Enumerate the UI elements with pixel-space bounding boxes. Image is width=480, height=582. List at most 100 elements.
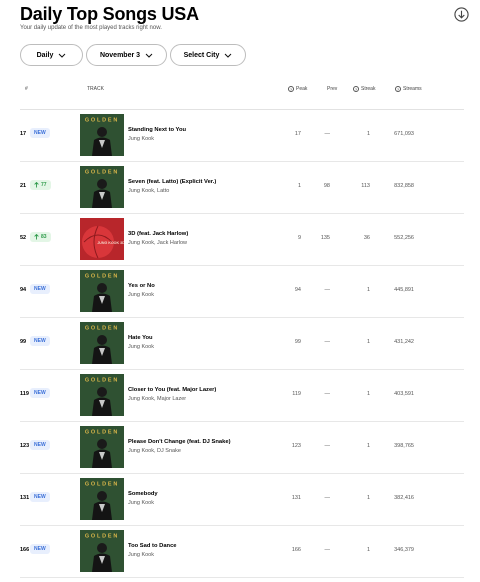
album-cover[interactable]: GOLDEN	[80, 166, 124, 208]
album-cover[interactable]: GOLDEN	[80, 426, 124, 468]
peak-value: 131	[291, 495, 301, 501]
new-entry-badge: NEW	[30, 388, 50, 398]
rank-number: 166	[20, 547, 30, 553]
page-subtitle: Your daily update of the most played tra…	[20, 25, 162, 31]
prev-value: —	[324, 443, 331, 449]
badge-label: NEW	[34, 286, 46, 292]
album-cover[interactable]: GOLDEN	[80, 114, 124, 156]
album-cover[interactable]: GOLDEN	[80, 270, 124, 312]
golden-album-art: GOLDEN	[80, 322, 124, 364]
track-title[interactable]: Seven (feat. Latto) (Explicit Ver.)	[128, 179, 216, 185]
track-artists[interactable]: Jung Kook	[128, 344, 154, 350]
track-artists[interactable]: Jung Kook, Jack Harlow	[128, 240, 187, 246]
streams-value: 431,242	[394, 339, 414, 345]
streak-value: 113	[361, 183, 370, 189]
rank-number: 119	[20, 391, 29, 397]
column-header-streams-label: Streams	[403, 86, 422, 92]
streams-value: 832,858	[394, 183, 414, 189]
info-question-icon[interactable]: ?	[353, 86, 359, 92]
cover-title: GOLDEN	[85, 378, 119, 384]
table-row[interactable]: 131 NEW GOLDEN Somebody Jung Kook 131 — 1 382,41…	[20, 474, 464, 526]
table-row[interactable]: 166 NEW GOLDEN Too Sad to Dance Jung Kook 166…	[20, 526, 464, 578]
new-entry-badge: NEW	[30, 336, 50, 346]
cover-title: GOLDEN	[85, 274, 119, 280]
chevron-down-icon	[225, 53, 232, 58]
cover-title: GOLDEN	[85, 482, 119, 488]
column-header-streak[interactable]: ? Streak	[353, 86, 375, 92]
prev-value: —	[324, 339, 331, 345]
rank-change-badge: 77	[30, 180, 51, 190]
cover-title: GOLDEN	[85, 170, 119, 176]
new-entry-badge: NEW	[30, 544, 50, 554]
badge-label: NEW	[34, 338, 46, 344]
track-title[interactable]: 3D (feat. Jack Harlow)	[128, 231, 188, 237]
table-row[interactable]: 123 NEW GOLDEN Please Don't Change (feat. D…	[20, 422, 464, 474]
track-artists[interactable]: Jung Kook	[128, 136, 154, 142]
table-row[interactable]: 52 83 JUNG KOOK 3D 3D (feat. Jack Harlow) Ju…	[20, 214, 464, 266]
column-header-prev: Prev	[327, 86, 337, 92]
column-header-peak-label: Peak	[296, 86, 308, 92]
track-artists[interactable]: Jung Kook, Major Lazer	[128, 396, 186, 402]
badge-label: NEW	[34, 390, 46, 396]
peak-value: 166	[291, 547, 301, 553]
cover-title: GOLDEN	[85, 118, 119, 124]
city-dropdown-label: Select City	[183, 51, 220, 59]
track-title[interactable]: Too Sad to Dance	[128, 543, 177, 549]
track-artists[interactable]: Jung Kook, DJ Snake	[128, 448, 181, 454]
album-cover[interactable]: JUNG KOOK 3D	[80, 218, 124, 260]
period-dropdown-label: Daily	[36, 51, 54, 59]
track-artists[interactable]: Jung Kook, Latto	[128, 188, 169, 194]
table-row[interactable]: 119 NEW GOLDEN Closer to You (feat. Major L…	[20, 370, 464, 422]
rank-number: 94	[20, 287, 27, 293]
album-cover[interactable]: GOLDEN	[80, 478, 124, 520]
prev-value: —	[324, 287, 331, 293]
table-row[interactable]: 94 NEW GOLDEN Yes or No Jung Kook 94 — 1 445,891	[20, 266, 464, 318]
new-entry-badge: NEW	[30, 492, 50, 502]
streams-value: 382,416	[394, 495, 414, 501]
track-title[interactable]: Somebody	[128, 491, 158, 497]
track-artists[interactable]: Jung Kook	[128, 500, 154, 506]
golden-album-art: GOLDEN	[80, 478, 124, 520]
period-dropdown[interactable]: Daily	[20, 44, 83, 66]
peak-value: 99	[294, 339, 301, 345]
rank-number: 131	[20, 495, 30, 501]
album-cover[interactable]: GOLDEN	[80, 530, 124, 572]
table-row[interactable]: 99 NEW GOLDEN Hate You Jung Kook 99 — 1 431,242	[20, 318, 464, 370]
rank-number: 123	[20, 443, 30, 449]
track-artists[interactable]: Jung Kook	[128, 292, 154, 298]
golden-album-art: GOLDEN	[80, 270, 124, 312]
track-title[interactable]: Hate You	[128, 335, 153, 341]
info-question-icon[interactable]: ?	[395, 86, 401, 92]
peak-value: 94	[294, 287, 301, 293]
table-row[interactable]: 21 77 GOLDEN Seven (feat. Latto) (Explicit …	[20, 162, 464, 214]
column-header-streak-label: Streak	[361, 86, 376, 92]
streak-value: 1	[366, 339, 370, 345]
info-question-icon[interactable]: ?	[288, 86, 294, 92]
album-cover[interactable]: GOLDEN	[80, 374, 124, 416]
new-entry-badge: NEW	[30, 284, 50, 294]
rank-number: 52	[20, 235, 27, 241]
golden-album-art: GOLDEN	[80, 166, 124, 208]
column-header-streams[interactable]: ? Streams	[395, 86, 422, 92]
track-title[interactable]: Yes or No	[128, 283, 155, 289]
cover-title: GOLDEN	[85, 430, 119, 436]
badge-label: 83	[41, 234, 47, 240]
album-cover[interactable]: GOLDEN	[80, 322, 124, 364]
badge-label: NEW	[34, 442, 46, 448]
date-dropdown[interactable]: November 3	[86, 44, 167, 66]
rank-number: 17	[20, 131, 27, 137]
prev-value: —	[324, 391, 331, 397]
streak-value: 1	[366, 495, 370, 501]
track-title[interactable]: Closer to You (feat. Major Lazer)	[128, 387, 216, 393]
rank-number: 21	[20, 183, 27, 189]
track-title[interactable]: Standing Next to You	[128, 127, 186, 133]
column-header-peak[interactable]: ? Peak	[288, 86, 307, 92]
track-artists[interactable]: Jung Kook	[128, 552, 154, 558]
badge-label: NEW	[34, 546, 46, 552]
rank-number: 99	[20, 339, 27, 345]
prev-value: —	[324, 131, 331, 137]
table-row[interactable]: 17 NEW GOLDEN Standing Next to You Jung Kook…	[20, 110, 464, 162]
download-circle-icon[interactable]	[454, 7, 469, 22]
track-title[interactable]: Please Don't Change (feat. DJ Snake)	[128, 439, 231, 445]
city-dropdown[interactable]: Select City	[170, 44, 246, 66]
